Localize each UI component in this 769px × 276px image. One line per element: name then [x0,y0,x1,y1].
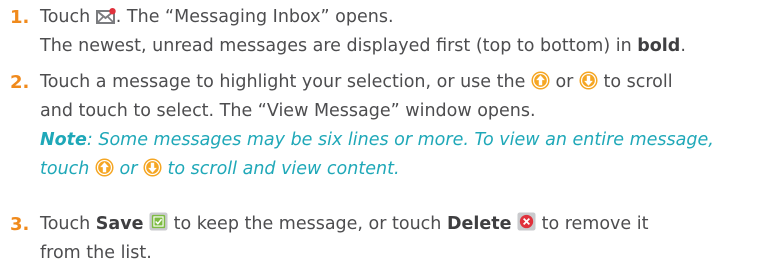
step-1-line-2: The newest, unread messages are displaye… [40,36,686,56]
step-2-note-line-1: Note: Some messages may be six lines or … [40,130,714,150]
scroll-up-icon [531,71,550,90]
delete-label: Delete [446,214,512,234]
step-3-line-2: from the list. [40,243,152,263]
step-3-line-1: Touch Save to keep the message, or touch… [40,212,649,234]
step-2-note-line-2: touch or to scroll and view content. [40,158,400,179]
step-number: 3. [10,214,30,235]
delete-icon [517,212,536,231]
step-number: 1. [10,7,30,28]
step-number: 2. [10,72,30,93]
save-label: Save [95,214,144,234]
step-2-line-1: Touch a message to highlight your select… [40,71,673,92]
envelope-alert-icon [95,8,116,24]
scroll-up-icon [95,158,114,177]
step-1-line-1: Touch . The “Messaging Inbox” opens. [40,7,394,27]
scroll-down-icon [143,158,162,177]
save-icon [149,212,168,231]
note-label: Note [40,130,87,150]
step-2-line-2: and touch to select. The “View Message” … [40,101,536,121]
scroll-down-icon [579,71,598,90]
